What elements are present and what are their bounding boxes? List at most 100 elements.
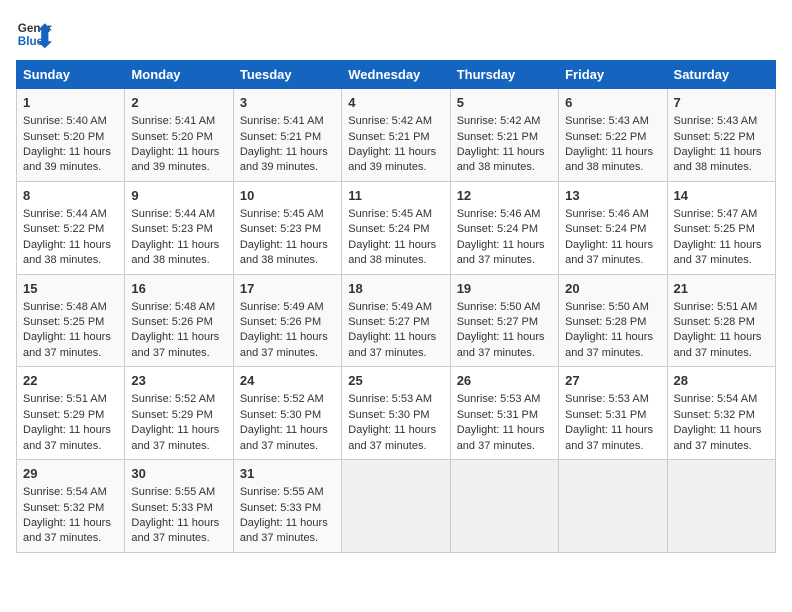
day-number: 27: [565, 372, 660, 390]
calendar-cell: 15 Sunrise: 5:48 AMSunset: 5:25 PMDayligh…: [17, 274, 125, 367]
calendar-cell: [559, 460, 667, 553]
calendar-cell: [450, 460, 558, 553]
calendar-cell: 11 Sunrise: 5:45 AMSunset: 5:24 PMDayligh…: [342, 181, 450, 274]
day-info: Sunrise: 5:54 AMSunset: 5:32 PMDaylight:…: [23, 486, 111, 544]
day-number: 20: [565, 280, 660, 298]
calendar-cell: 30 Sunrise: 5:55 AMSunset: 5:33 PMDayligh…: [125, 460, 233, 553]
day-info: Sunrise: 5:43 AMSunset: 5:22 PMDaylight:…: [674, 115, 762, 173]
day-number: 18: [348, 280, 443, 298]
calendar-week-5: 29 Sunrise: 5:54 AMSunset: 5:32 PMDayligh…: [17, 460, 776, 553]
day-info: Sunrise: 5:45 AMSunset: 5:23 PMDaylight:…: [240, 208, 328, 266]
day-info: Sunrise: 5:51 AMSunset: 5:29 PMDaylight:…: [23, 393, 111, 451]
day-info: Sunrise: 5:50 AMSunset: 5:27 PMDaylight:…: [457, 301, 545, 359]
day-number: 31: [240, 465, 335, 483]
day-info: Sunrise: 5:52 AMSunset: 5:29 PMDaylight:…: [131, 393, 219, 451]
day-number: 25: [348, 372, 443, 390]
calendar-cell: 26 Sunrise: 5:53 AMSunset: 5:31 PMDayligh…: [450, 367, 558, 460]
page-header: General Blue: [16, 16, 776, 52]
day-number: 30: [131, 465, 226, 483]
day-number: 22: [23, 372, 118, 390]
header-monday: Monday: [125, 61, 233, 89]
header-tuesday: Tuesday: [233, 61, 341, 89]
calendar-cell: 10Sunrise: 5:45 AMSunset: 5:23 PMDayligh…: [233, 181, 341, 274]
calendar-cell: 2Sunrise: 5:41 AMSunset: 5:20 PMDaylight…: [125, 89, 233, 182]
day-info: Sunrise: 5:46 AMSunset: 5:24 PMDaylight:…: [565, 208, 653, 266]
logo: General Blue: [16, 16, 52, 52]
calendar-cell: 8Sunrise: 5:44 AMSunset: 5:22 PMDaylight…: [17, 181, 125, 274]
calendar-cell: 3Sunrise: 5:41 AMSunset: 5:21 PMDaylight…: [233, 89, 341, 182]
day-info: Sunrise: 5:44 AMSunset: 5:22 PMDaylight:…: [23, 208, 111, 266]
calendar-cell: 23 Sunrise: 5:52 AMSunset: 5:29 PMDayligh…: [125, 367, 233, 460]
day-info: Sunrise: 5:48 AMSunset: 5:26 PMDaylight:…: [131, 301, 219, 359]
day-info: Sunrise: 5:40 AMSunset: 5:20 PMDaylight:…: [23, 115, 111, 173]
day-info: Sunrise: 5:43 AMSunset: 5:22 PMDaylight:…: [565, 115, 653, 173]
calendar-week-1: 1 Sunrise: 5:40 AMSunset: 5:20 PMDaylight…: [17, 89, 776, 182]
day-info: Sunrise: 5:48 AMSunset: 5:25 PMDaylight:…: [23, 301, 111, 359]
calendar-cell: 21 Sunrise: 5:51 AMSunset: 5:28 PMDayligh…: [667, 274, 775, 367]
day-number: 4: [348, 94, 443, 112]
day-info: Sunrise: 5:45 AMSunset: 5:24 PMDaylight:…: [348, 208, 436, 266]
day-info: Sunrise: 5:51 AMSunset: 5:28 PMDaylight:…: [674, 301, 762, 359]
day-number: 24: [240, 372, 335, 390]
day-number: 26: [457, 372, 552, 390]
day-number: 21: [674, 280, 769, 298]
day-info: Sunrise: 5:47 AMSunset: 5:25 PMDaylight:…: [674, 208, 762, 266]
calendar-cell: 7 Sunrise: 5:43 AMSunset: 5:22 PMDaylight…: [667, 89, 775, 182]
day-info: Sunrise: 5:49 AMSunset: 5:26 PMDaylight:…: [240, 301, 328, 359]
day-info: Sunrise: 5:53 AMSunset: 5:31 PMDaylight:…: [457, 393, 545, 451]
header-sunday: Sunday: [17, 61, 125, 89]
header-friday: Friday: [559, 61, 667, 89]
header-saturday: Saturday: [667, 61, 775, 89]
day-info: Sunrise: 5:46 AMSunset: 5:24 PMDaylight:…: [457, 208, 545, 266]
calendar-cell: 18Sunrise: 5:49 AMSunset: 5:27 PMDayligh…: [342, 274, 450, 367]
calendar-cell: 27 Sunrise: 5:53 AMSunset: 5:31 PMDayligh…: [559, 367, 667, 460]
calendar-cell: 1 Sunrise: 5:40 AMSunset: 5:20 PMDaylight…: [17, 89, 125, 182]
day-number: 7: [674, 94, 769, 112]
calendar-cell: 17 Sunrise: 5:49 AMSunset: 5:26 PMDayligh…: [233, 274, 341, 367]
calendar-header-row: SundayMondayTuesdayWednesdayThursdayFrid…: [17, 61, 776, 89]
day-info: Sunrise: 5:42 AMSunset: 5:21 PMDaylight:…: [457, 115, 545, 173]
calendar-cell: 28Sunrise: 5:54 AMSunset: 5:32 PMDayligh…: [667, 367, 775, 460]
calendar-cell: 20 Sunrise: 5:50 AMSunset: 5:28 PMDayligh…: [559, 274, 667, 367]
day-number: 1: [23, 94, 118, 112]
day-number: 16: [131, 280, 226, 298]
day-number: 15: [23, 280, 118, 298]
day-number: 14: [674, 187, 769, 205]
day-info: Sunrise: 5:52 AMSunset: 5:30 PMDaylight:…: [240, 393, 328, 451]
day-number: 12: [457, 187, 552, 205]
day-info: Sunrise: 5:42 AMSunset: 5:21 PMDaylight:…: [348, 115, 436, 173]
logo-icon: General Blue: [16, 16, 52, 52]
day-number: 29: [23, 465, 118, 483]
header-wednesday: Wednesday: [342, 61, 450, 89]
calendar-cell: 12 Sunrise: 5:46 AMSunset: 5:24 PMDayligh…: [450, 181, 558, 274]
day-number: 5: [457, 94, 552, 112]
day-info: Sunrise: 5:50 AMSunset: 5:28 PMDaylight:…: [565, 301, 653, 359]
calendar-cell: 25 Sunrise: 5:53 AMSunset: 5:30 PMDayligh…: [342, 367, 450, 460]
calendar-cell: 29 Sunrise: 5:54 AMSunset: 5:32 PMDayligh…: [17, 460, 125, 553]
day-info: Sunrise: 5:53 AMSunset: 5:31 PMDaylight:…: [565, 393, 653, 451]
calendar-cell: 24 Sunrise: 5:52 AMSunset: 5:30 PMDayligh…: [233, 367, 341, 460]
calendar-cell: 14 Sunrise: 5:47 AMSunset: 5:25 PMDayligh…: [667, 181, 775, 274]
calendar-table: SundayMondayTuesdayWednesdayThursdayFrid…: [16, 60, 776, 553]
day-number: 9: [131, 187, 226, 205]
day-number: 23: [131, 372, 226, 390]
day-number: 6: [565, 94, 660, 112]
calendar-cell: 5 Sunrise: 5:42 AMSunset: 5:21 PMDaylight…: [450, 89, 558, 182]
calendar-cell: 31 Sunrise: 5:55 AMSunset: 5:33 PMDayligh…: [233, 460, 341, 553]
day-info: Sunrise: 5:55 AMSunset: 5:33 PMDaylight:…: [240, 486, 328, 544]
day-number: 19: [457, 280, 552, 298]
day-number: 3: [240, 94, 335, 112]
calendar-cell: 4 Sunrise: 5:42 AMSunset: 5:21 PMDaylight…: [342, 89, 450, 182]
day-number: 17: [240, 280, 335, 298]
day-info: Sunrise: 5:54 AMSunset: 5:32 PMDaylight:…: [674, 393, 762, 451]
calendar-cell: 9 Sunrise: 5:44 AMSunset: 5:23 PMDaylight…: [125, 181, 233, 274]
day-number: 2: [131, 94, 226, 112]
day-number: 13: [565, 187, 660, 205]
day-info: Sunrise: 5:55 AMSunset: 5:33 PMDaylight:…: [131, 486, 219, 544]
day-info: Sunrise: 5:44 AMSunset: 5:23 PMDaylight:…: [131, 208, 219, 266]
day-number: 11: [348, 187, 443, 205]
calendar-cell: 16 Sunrise: 5:48 AMSunset: 5:26 PMDayligh…: [125, 274, 233, 367]
calendar-cell: [667, 460, 775, 553]
day-info: Sunrise: 5:53 AMSunset: 5:30 PMDaylight:…: [348, 393, 436, 451]
calendar-cell: 13 Sunrise: 5:46 AMSunset: 5:24 PMDayligh…: [559, 181, 667, 274]
